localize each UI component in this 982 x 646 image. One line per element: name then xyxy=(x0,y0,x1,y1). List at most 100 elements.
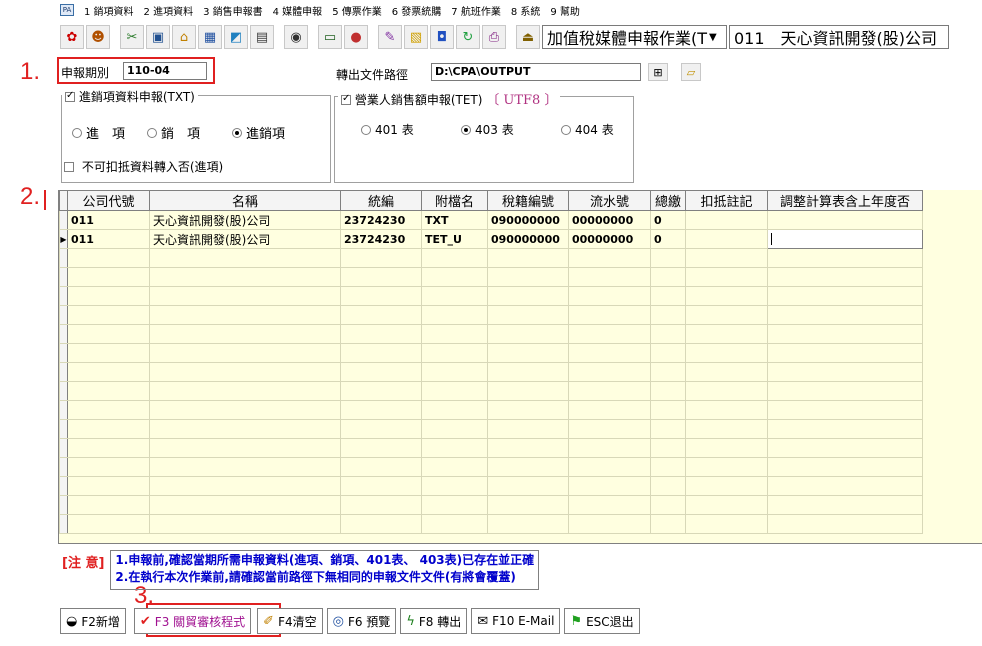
empty-cell[interactable] xyxy=(67,457,150,477)
empty-cell[interactable] xyxy=(767,400,923,420)
empty-cell[interactable] xyxy=(568,438,651,458)
camera-icon[interactable]: ◘ xyxy=(430,25,454,49)
menu-voucher[interactable]: 5 傳票作業 xyxy=(332,3,382,18)
empty-cell[interactable] xyxy=(685,514,768,534)
col-company-code[interactable]: 公司代號 xyxy=(67,190,150,211)
cell-tax-reg-no[interactable]: 090000000 xyxy=(487,210,569,230)
cell-name[interactable]: 天心資訊開發(股)公司 xyxy=(149,229,341,249)
col-tax-id[interactable]: 統編 xyxy=(340,190,422,211)
empty-cell[interactable] xyxy=(149,343,341,363)
empty-cell[interactable] xyxy=(421,305,488,325)
cell-tax-id[interactable]: 23724230 xyxy=(340,229,422,249)
empty-row[interactable] xyxy=(59,457,923,477)
cell-deduct-note[interactable] xyxy=(685,229,768,249)
empty-row[interactable] xyxy=(59,324,923,344)
empty-cell[interactable] xyxy=(650,438,686,458)
empty-cell[interactable] xyxy=(650,343,686,363)
tet-group-checkbox[interactable] xyxy=(341,93,351,105)
empty-cell[interactable] xyxy=(340,495,422,515)
cell-extension[interactable]: TET_U xyxy=(421,229,488,249)
empty-cell[interactable] xyxy=(67,514,150,534)
cell-total-pay[interactable]: 0 xyxy=(650,229,686,249)
empty-cell[interactable] xyxy=(650,305,686,325)
empty-cell[interactable] xyxy=(767,438,923,458)
menu-media-report[interactable]: 4 媒體申報 xyxy=(273,3,323,18)
empty-cell[interactable] xyxy=(685,343,768,363)
empty-cell[interactable] xyxy=(767,514,923,534)
empty-cell[interactable] xyxy=(650,267,686,287)
empty-cell[interactable] xyxy=(487,495,569,515)
empty-cell[interactable] xyxy=(487,305,569,325)
empty-cell[interactable] xyxy=(487,457,569,477)
empty-cell[interactable] xyxy=(67,343,150,363)
empty-row[interactable] xyxy=(59,400,923,420)
empty-cell[interactable] xyxy=(767,476,923,496)
empty-cell[interactable] xyxy=(149,381,341,401)
empty-cell[interactable] xyxy=(650,400,686,420)
col-serial[interactable]: 流水號 xyxy=(568,190,651,211)
empty-cell[interactable] xyxy=(421,362,488,382)
txt-group-checkbox[interactable] xyxy=(65,90,75,102)
col-tax-reg-no[interactable]: 稅籍編號 xyxy=(487,190,569,211)
empty-cell[interactable] xyxy=(340,438,422,458)
empty-cell[interactable] xyxy=(67,419,150,439)
empty-cell[interactable] xyxy=(685,286,768,306)
empty-cell[interactable] xyxy=(340,324,422,344)
empty-cell[interactable] xyxy=(685,419,768,439)
f10-email-button[interactable]: ✉ F10 E-Mail xyxy=(471,608,561,634)
empty-cell[interactable] xyxy=(487,286,569,306)
radio-purchase[interactable]: 進 項 xyxy=(72,123,125,142)
empty-cell[interactable] xyxy=(67,438,150,458)
empty-row[interactable] xyxy=(59,381,923,401)
empty-row[interactable] xyxy=(59,476,923,496)
f8-export-button[interactable]: ϟ F8 轉出 xyxy=(400,608,468,634)
empty-cell[interactable] xyxy=(568,476,651,496)
col-deduct-note[interactable]: 扣抵註記 xyxy=(685,190,768,211)
empty-cell[interactable] xyxy=(767,419,923,439)
radio-sales[interactable]: 銷 項 xyxy=(147,123,200,142)
empty-cell[interactable] xyxy=(67,248,150,268)
cell-tax-reg-no[interactable]: 090000000 xyxy=(487,229,569,249)
empty-cell[interactable] xyxy=(487,419,569,439)
empty-cell[interactable] xyxy=(767,305,923,325)
empty-cell[interactable] xyxy=(568,381,651,401)
empty-row[interactable] xyxy=(59,343,923,363)
cell-serial[interactable]: 00000000 xyxy=(568,210,651,230)
empty-cell[interactable] xyxy=(487,324,569,344)
monitor-icon[interactable]: ▭ xyxy=(318,25,342,49)
empty-cell[interactable] xyxy=(421,248,488,268)
empty-cell[interactable] xyxy=(421,514,488,534)
empty-cell[interactable] xyxy=(685,248,768,268)
menu-invoice-purchase[interactable]: 6 發票統購 xyxy=(392,3,442,18)
nondeduct-option[interactable]: 不可扣抵資料轉入否(進項) xyxy=(64,158,223,175)
empty-cell[interactable] xyxy=(421,419,488,439)
menu-purchases[interactable]: 2 進項資料 xyxy=(144,3,194,18)
empty-cell[interactable] xyxy=(149,400,341,420)
cell-serial[interactable]: 00000000 xyxy=(568,229,651,249)
empty-cell[interactable] xyxy=(487,514,569,534)
task-select[interactable]: 加值稅媒體申報作業(T ▼ xyxy=(542,25,727,49)
empty-cell[interactable] xyxy=(685,476,768,496)
f4-clear-button[interactable]: ✐ F4清空 xyxy=(257,608,323,634)
radio-both[interactable]: 進銷項 xyxy=(232,123,285,142)
empty-cell[interactable] xyxy=(767,343,923,363)
empty-cell[interactable] xyxy=(650,495,686,515)
empty-row[interactable] xyxy=(59,495,923,515)
data-grid[interactable]: 公司代號 名稱 統編 附檔名 稅籍編號 流水號 總繳 扣抵註記 調整計算表含上年… xyxy=(58,190,982,544)
empty-cell[interactable] xyxy=(487,362,569,382)
save-icon[interactable]: ▣ xyxy=(146,25,170,49)
empty-cell[interactable] xyxy=(67,400,150,420)
empty-cell[interactable] xyxy=(149,457,341,477)
cell-adjust-editing[interactable] xyxy=(767,229,923,249)
empty-cell[interactable] xyxy=(149,286,341,306)
empty-cell[interactable] xyxy=(421,381,488,401)
empty-cell[interactable] xyxy=(650,457,686,477)
empty-cell[interactable] xyxy=(650,476,686,496)
empty-cell[interactable] xyxy=(340,305,422,325)
empty-cell[interactable] xyxy=(487,381,569,401)
empty-cell[interactable] xyxy=(149,305,341,325)
table-row[interactable]: ▶ 011 天心資訊開發(股)公司 23724230 TET_U 0900000… xyxy=(59,229,923,249)
empty-cell[interactable] xyxy=(149,476,341,496)
empty-cell[interactable] xyxy=(767,267,923,287)
exit-icon[interactable]: ⏏ xyxy=(516,25,540,49)
